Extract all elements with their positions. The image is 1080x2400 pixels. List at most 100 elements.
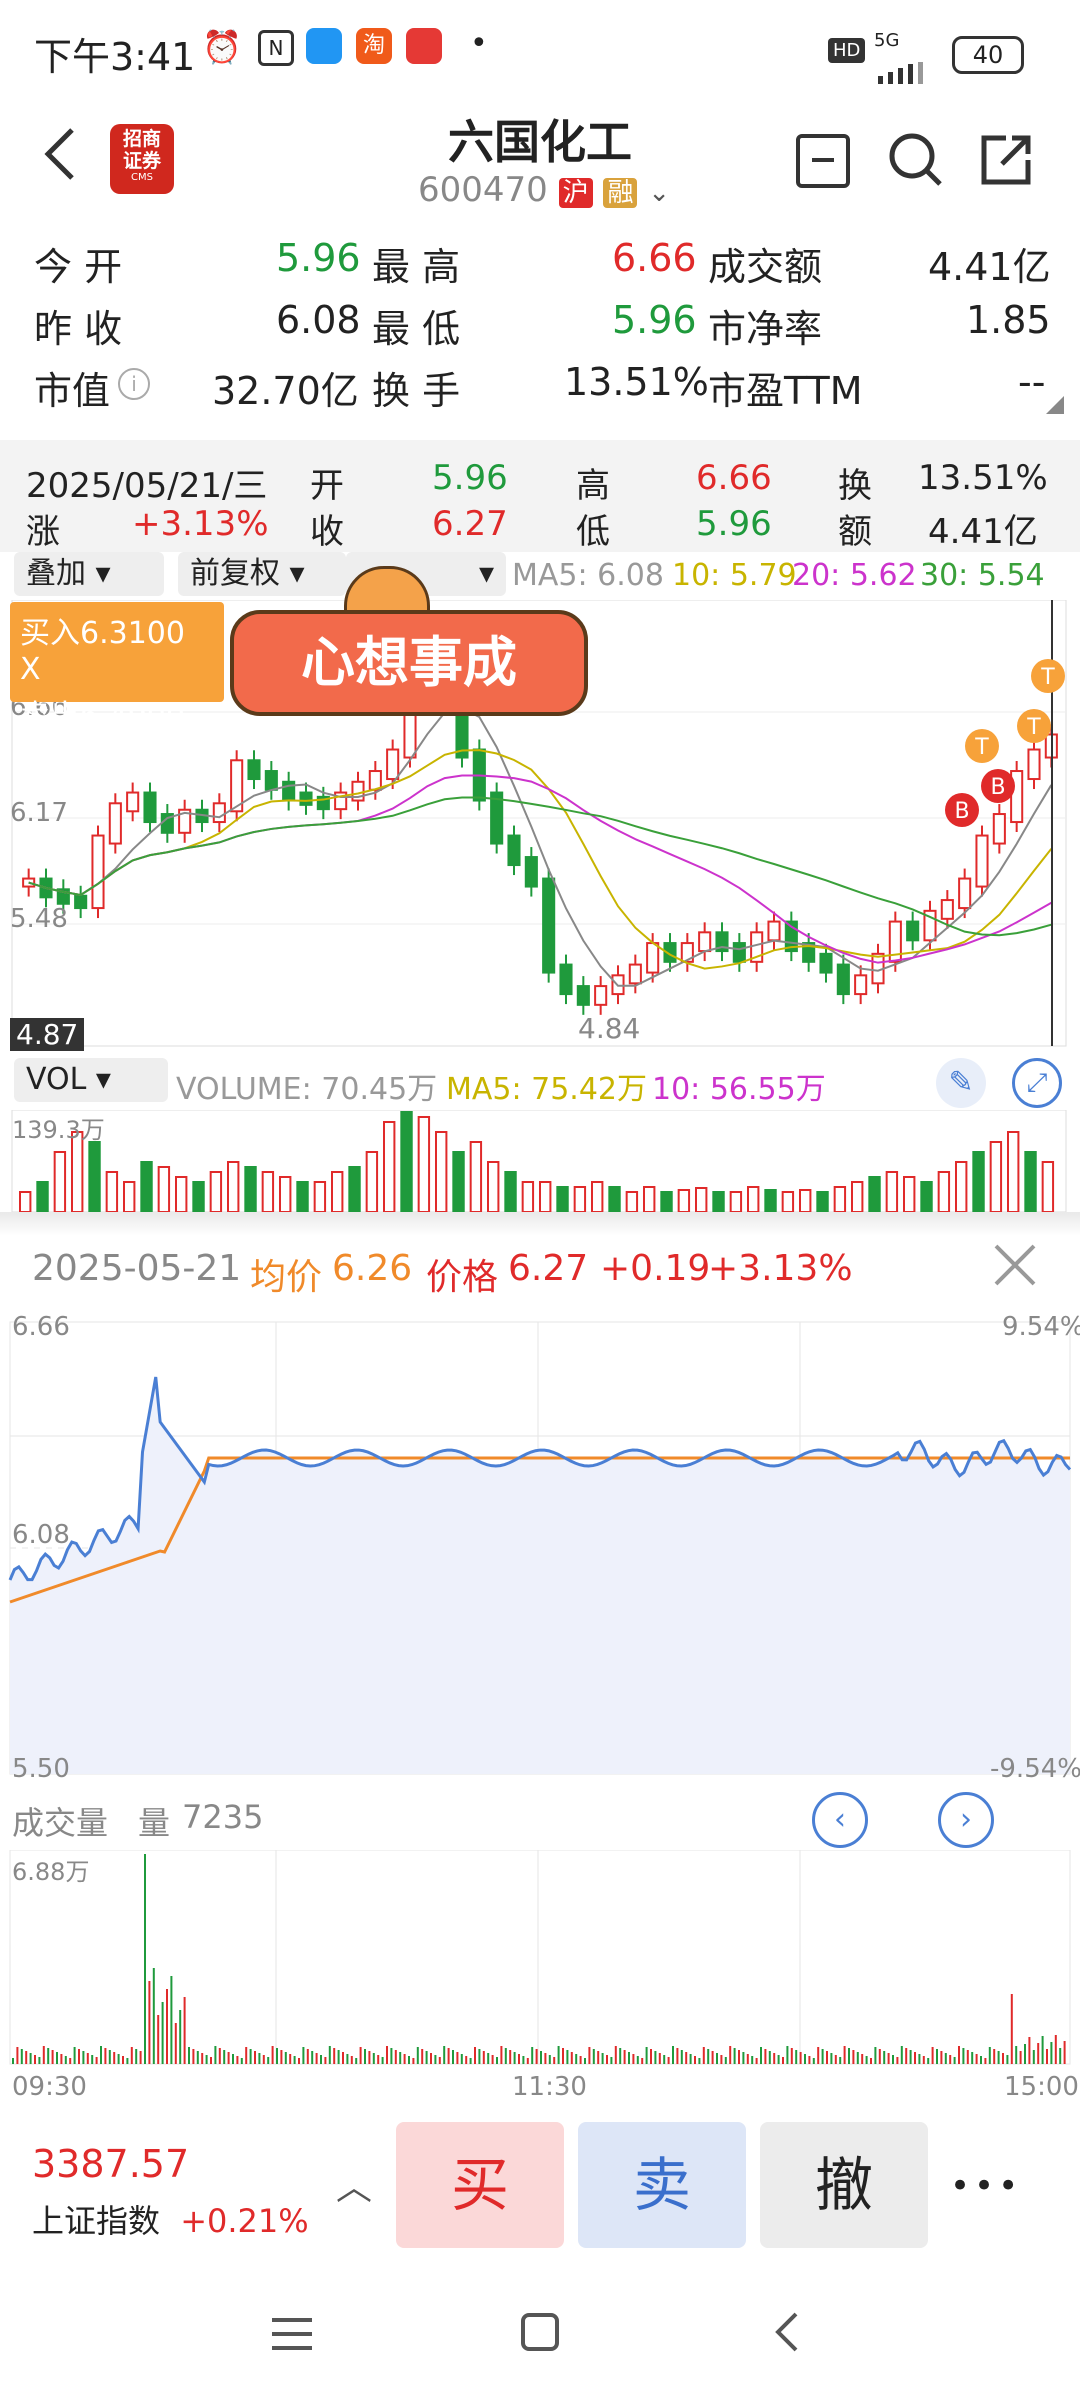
stock-code-row[interactable]: 600470 沪 融 ⌄	[418, 170, 670, 210]
intraday-vol-bar	[421, 2049, 424, 2064]
volume-bar	[1024, 1151, 1037, 1213]
intraday-vol-bar	[874, 2047, 877, 2064]
intraday-vol-bar	[751, 2056, 754, 2064]
intraday-vol-bar	[42, 2046, 45, 2064]
intraday-vol-bar	[390, 2048, 393, 2064]
intraday-vol-bar	[100, 2046, 102, 2064]
intraday-vol-bar	[245, 2047, 248, 2064]
intraday-vol-bar	[799, 2052, 802, 2064]
intraday-vol-bar	[645, 2047, 648, 2064]
tag-rong: 融	[603, 178, 638, 208]
close-icon[interactable]	[990, 1240, 1040, 1299]
candle-body	[698, 931, 712, 953]
intraday-vol-bar	[658, 2053, 661, 2064]
intraday-vol-bar	[1006, 2055, 1009, 2064]
index-value[interactable]: 3387.57	[32, 2142, 189, 2186]
sell-button[interactable]: 卖	[578, 2122, 746, 2248]
intraday-price-chart[interactable]: 6.66 6.08 5.50 9.54% -9.54%	[0, 1312, 1080, 1784]
intraday-vol-bar	[482, 2051, 485, 2064]
price-change: +0.19	[600, 1248, 711, 1289]
price-change-pct: +3.13%	[708, 1248, 853, 1289]
fullscreen-icon[interactable]: ⤢	[1012, 1058, 1062, 1108]
label-pe: 市盈TTM	[708, 369, 863, 413]
caret-down-icon: ▾	[95, 556, 111, 591]
info-amt: 4.41亿	[928, 512, 1038, 552]
volume-toolbar: VOL ▾ VOLUME: 70.45万 MA5: 75.42万 10: 56.…	[0, 1052, 1080, 1110]
volume-bar	[747, 1186, 760, 1213]
signal-icon	[870, 52, 940, 93]
network-type: 5G	[874, 30, 900, 51]
intraday-vol-value-label: 量	[138, 1804, 171, 1842]
system-nav-bar	[0, 2280, 1080, 2400]
index-row[interactable]: 上证指数 +0.21%	[32, 2196, 309, 2242]
chevron-up-icon[interactable]: ︿	[336, 2158, 372, 2210]
more-button[interactable]: •••	[950, 2166, 1022, 2206]
expand-corner-icon[interactable]	[1046, 396, 1064, 414]
intraday-vol-bar	[430, 2053, 432, 2064]
intraday-vol-bar	[742, 2052, 745, 2064]
home-icon[interactable]	[520, 2312, 560, 2356]
broker-logo-sub: CMS	[131, 172, 153, 183]
intraday-vol-bar	[139, 2051, 142, 2064]
order-tags[interactable]: 买入6.3100 X 卖出6.4900 X	[10, 602, 224, 770]
share-icon[interactable]	[976, 130, 1036, 194]
candle-body	[594, 985, 608, 1006]
back-nav-icon[interactable]	[772, 2310, 802, 2358]
intraday-vol-bar	[34, 2055, 36, 2064]
trade-marker-label: B	[954, 799, 969, 824]
label-high: 最 高	[372, 245, 461, 289]
search-icon[interactable]	[886, 130, 946, 194]
chevron-down-icon: ⌄	[648, 178, 671, 208]
label-pb: 市净率	[708, 307, 823, 351]
intraday-vol-bar	[372, 2053, 375, 2064]
intraday-vol-bar	[113, 2052, 116, 2064]
volume-bar	[851, 1181, 864, 1213]
prev-day-icon[interactable]: ‹	[812, 1792, 868, 1848]
intraday-volume-chart: 6.88万 09:30 11:30 15:00	[0, 1849, 1080, 2110]
caret-down-icon: ▾	[95, 1062, 111, 1097]
volume-bar	[123, 1181, 136, 1213]
kline-chart[interactable]: TTTBB 6.66 6.17 5.48 4.87 4.84 买入6.3100 …	[0, 566, 1080, 1051]
intraday-vol-bar	[676, 2048, 679, 2064]
volume-bar	[712, 1191, 725, 1213]
intraday-vol-bar	[491, 2055, 494, 2064]
time-end: 15:00	[1004, 2072, 1079, 2102]
intraday-vol-bar	[689, 2054, 692, 2064]
edit-icon[interactable]: ✎	[936, 1058, 986, 1108]
volume-bar	[833, 1186, 847, 1213]
candle-body	[542, 877, 556, 974]
vol-indicator-dropdown[interactable]: VOL ▾	[14, 1058, 168, 1102]
label-turnover-rate: 换 手	[372, 369, 461, 413]
intraday-vol-bar	[795, 2050, 798, 2064]
intraday-vol-bar	[25, 2051, 28, 2064]
candle-body	[646, 942, 660, 974]
intraday-vol-bar	[152, 1968, 155, 2064]
menu-icon[interactable]	[270, 2314, 314, 2358]
intraday-vol-bar	[416, 2047, 419, 2064]
volume-bar	[799, 1189, 812, 1213]
info-icon[interactable]: i	[118, 368, 150, 400]
buy-button[interactable]: 买	[396, 2122, 564, 2248]
minus-icon[interactable]	[796, 134, 850, 188]
intraday-vol-bar	[914, 2052, 916, 2064]
intraday-vol-bar	[848, 2048, 850, 2064]
intraday-vol-bar	[702, 2047, 705, 2064]
overlay-dropdown[interactable]: 叠加 ▾	[14, 552, 164, 596]
intraday-vol-bar	[1015, 2046, 1018, 2064]
volume-bar	[313, 1181, 327, 1213]
intraday-vol-bar	[962, 2048, 965, 2064]
intraday-vol-bar	[188, 2047, 190, 2064]
next-day-icon[interactable]: ›	[938, 1792, 994, 1848]
info-high: 6.66	[696, 458, 772, 498]
intraday-vol-bar	[628, 2052, 630, 2064]
intraday-vol-bar	[456, 2052, 459, 2064]
cancel-order-button[interactable]: 撤	[760, 2122, 928, 2248]
hd-icon: HD	[828, 38, 866, 63]
candle-body	[108, 802, 122, 845]
intraday-vol-bar	[834, 2055, 837, 2064]
intraday-vol-bar	[122, 2056, 124, 2064]
intraday-vol-bar	[249, 2049, 252, 2064]
volume-bar	[729, 1191, 743, 1213]
sticker-xin-xiang-shi-cheng: 心想事成	[226, 566, 588, 716]
intraday-vol-bar	[328, 2046, 331, 2064]
